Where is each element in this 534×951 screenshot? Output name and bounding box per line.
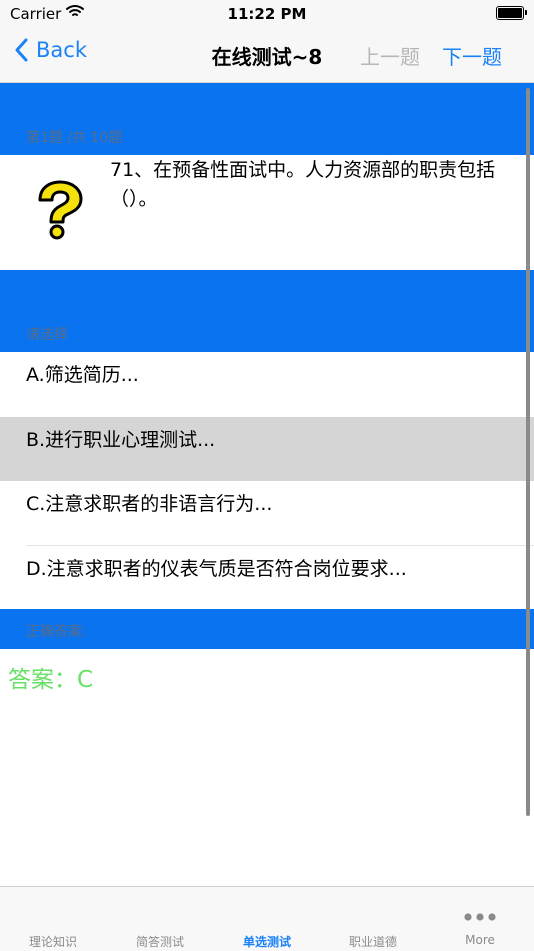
option-b[interactable]: B.进行职业心理测试...	[0, 417, 534, 481]
tab-ethics[interactable]: 职业道德	[333, 933, 413, 950]
options-header-band: 请选择	[0, 270, 534, 352]
question-counter: 第1题 /共 10题	[26, 130, 123, 146]
option-a[interactable]: A.筛选简历...	[0, 352, 534, 416]
tab-theory[interactable]: 理论知识	[13, 933, 93, 950]
option-a-label: A.筛选简历...	[26, 364, 139, 386]
tab-more[interactable]: More	[440, 933, 520, 947]
question-text: 71、在预备性面试中。人力资源部的职责包括（）。	[110, 159, 496, 210]
question-header-band: 第1题 /共 10题	[0, 83, 534, 155]
question-mark-icon	[30, 180, 88, 244]
navigation-bar: Back 在线测试~8 上一题 下一题	[0, 28, 534, 83]
clock: 11:22 PM	[227, 5, 307, 23]
option-d[interactable]: D.注意求职者的仪表气质是否符合岗位要求...	[0, 546, 534, 610]
previous-question-button[interactable]: 上一题	[360, 41, 420, 70]
tab-bar: 理论知识 简答测试 单选测试 职业道德 More	[0, 886, 534, 951]
options-prompt: 请选择	[26, 327, 68, 343]
option-c[interactable]: C.注意求职者的非语言行为...	[0, 481, 534, 545]
option-c-label: C.注意求职者的非语言行为...	[26, 493, 273, 515]
scrollbar[interactable]	[526, 88, 530, 816]
status-bar: Carrier 11:22 PM	[0, 0, 534, 28]
more-icon[interactable]	[464, 907, 496, 926]
option-d-label: D.注意求职者的仪表气质是否符合岗位要求...	[26, 558, 407, 580]
tab-short-answer[interactable]: 简答测试	[120, 933, 200, 950]
answer-header-band: 正确答案:	[0, 609, 534, 649]
answer-header: 正确答案:	[26, 624, 87, 640]
next-question-button[interactable]: 下一题	[442, 41, 502, 70]
option-b-label: B.进行职业心理测试...	[26, 429, 216, 451]
battery-icon	[496, 6, 527, 20]
tab-single-choice[interactable]: 单选测试	[227, 933, 307, 950]
correct-answer: 答案：C	[8, 667, 94, 693]
